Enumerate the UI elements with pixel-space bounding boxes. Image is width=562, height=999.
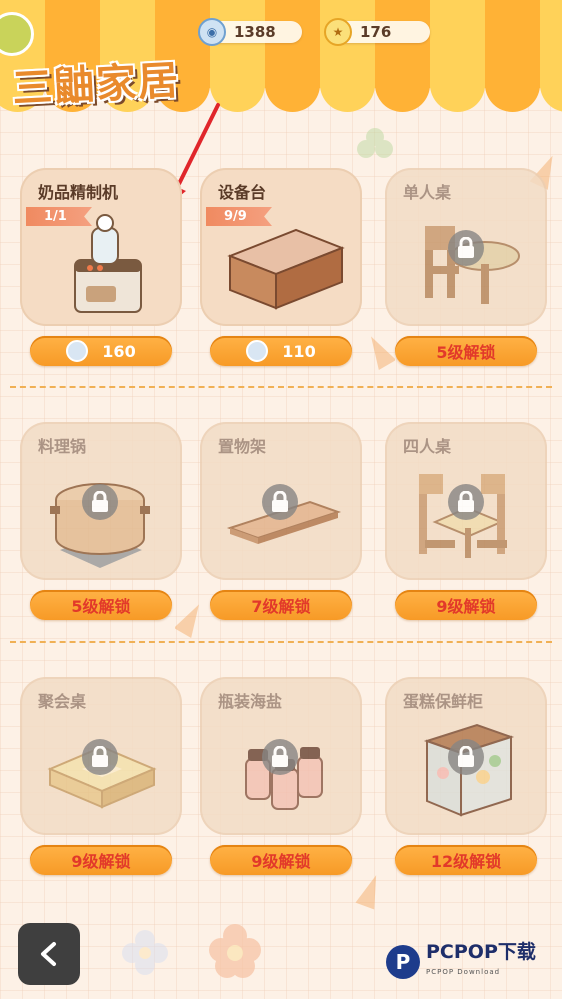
lock-icon — [82, 484, 118, 520]
item-card-counter-table[interactable]: 设备台 9/9 — [200, 168, 362, 326]
watermark-logo: P — [386, 945, 420, 979]
gold-coin-value: 176 — [360, 23, 392, 41]
game-logo: 三鼬家居 — [11, 57, 182, 113]
blue-coin-value: 1388 — [234, 23, 276, 41]
awning-scallop — [375, 62, 430, 112]
flower-decoration-icon — [209, 924, 261, 978]
unlock-label: 9级解锁 — [71, 852, 131, 871]
counter-table-icon — [227, 228, 345, 310]
item-card-cake-cabinet[interactable]: 蛋糕保鲜柜 — [385, 677, 547, 835]
unlock-label: 7级解锁 — [251, 597, 311, 616]
awning-scallop — [210, 62, 265, 112]
blue-coin-icon — [246, 340, 269, 362]
back-button[interactable] — [18, 923, 80, 985]
item-card-four-seat-table[interactable]: 四人桌 — [385, 422, 547, 580]
lock-icon — [448, 739, 484, 775]
watermark-title-text: PCPOP下载 — [426, 941, 536, 963]
item-card-party-table[interactable]: 聚会桌 — [20, 677, 182, 835]
unlock-label: 5级解锁 — [436, 343, 496, 362]
row-divider — [10, 386, 552, 388]
buy-button-counter-table[interactable]: 110 — [210, 336, 352, 366]
awning-scallop — [265, 62, 320, 112]
unlock-level-button-single-table[interactable]: 5级解锁 — [395, 336, 537, 366]
watermark-subtitle: PCPOP Download — [426, 968, 501, 976]
row-divider — [10, 641, 552, 643]
unlock-level-button-sea-salt-bottles[interactable]: 9级解锁 — [210, 845, 352, 875]
unlock-label: 5级解锁 — [71, 597, 131, 616]
watermark: P PCPOP下载 PCPOP Download — [386, 942, 536, 982]
awning-scallop — [485, 62, 540, 112]
chevron-left-icon — [41, 942, 56, 966]
price-label: 160 — [102, 341, 136, 361]
unlock-level-button-cooking-pot[interactable]: 5级解锁 — [30, 590, 172, 620]
item-card-single-table[interactable]: 单人桌 — [385, 168, 547, 326]
item-card-shelf[interactable]: 置物架 — [200, 422, 362, 580]
carrot-decoration-icon — [371, 336, 395, 370]
awning-scallop — [430, 62, 485, 112]
item-card-milk-machine[interactable]: 奶品精制机 1/1 — [20, 168, 182, 326]
gold-coin-counter: ★ 176 — [324, 18, 430, 46]
item-card-sea-salt-bottles[interactable]: 瓶装海盐 — [200, 677, 362, 835]
blue-coin-icon — [66, 340, 89, 362]
lock-icon — [448, 484, 484, 520]
lock-icon — [262, 739, 298, 775]
flower-decoration-icon — [122, 930, 168, 975]
awning-scallop — [320, 62, 375, 112]
awning-scallop — [540, 62, 562, 112]
lock-icon — [82, 739, 118, 775]
price-label: 110 — [282, 341, 316, 361]
gold-coin-icon: ★ — [324, 18, 352, 46]
flower-decoration-icon — [357, 128, 393, 158]
blue-coin-icon: ◉ — [198, 18, 226, 46]
unlock-level-button-party-table[interactable]: 9级解锁 — [30, 845, 172, 875]
lock-icon — [262, 484, 298, 520]
unlock-label: 9级解锁 — [436, 597, 496, 616]
unlock-level-button-cake-cabinet[interactable]: 12级解锁 — [395, 845, 537, 875]
unlock-label: 12级解锁 — [430, 852, 502, 871]
unlock-level-button-shelf[interactable]: 7级解锁 — [210, 590, 352, 620]
unlock-level-button-four-seat-table[interactable]: 9级解锁 — [395, 590, 537, 620]
carrot-decoration-icon — [175, 604, 199, 638]
milk-machine-icon — [74, 214, 142, 313]
item-card-cooking-pot[interactable]: 料理锅 — [20, 422, 182, 580]
blue-coin-counter: ◉ 1388 — [198, 18, 302, 46]
buy-button-milk-machine[interactable]: 160 — [30, 336, 172, 366]
watermark-title: PCPOP下载 PCPOP Download — [426, 942, 536, 982]
unlock-label: 9级解锁 — [251, 852, 311, 871]
lock-icon — [448, 230, 484, 266]
carrot-decoration-icon — [355, 875, 377, 910]
